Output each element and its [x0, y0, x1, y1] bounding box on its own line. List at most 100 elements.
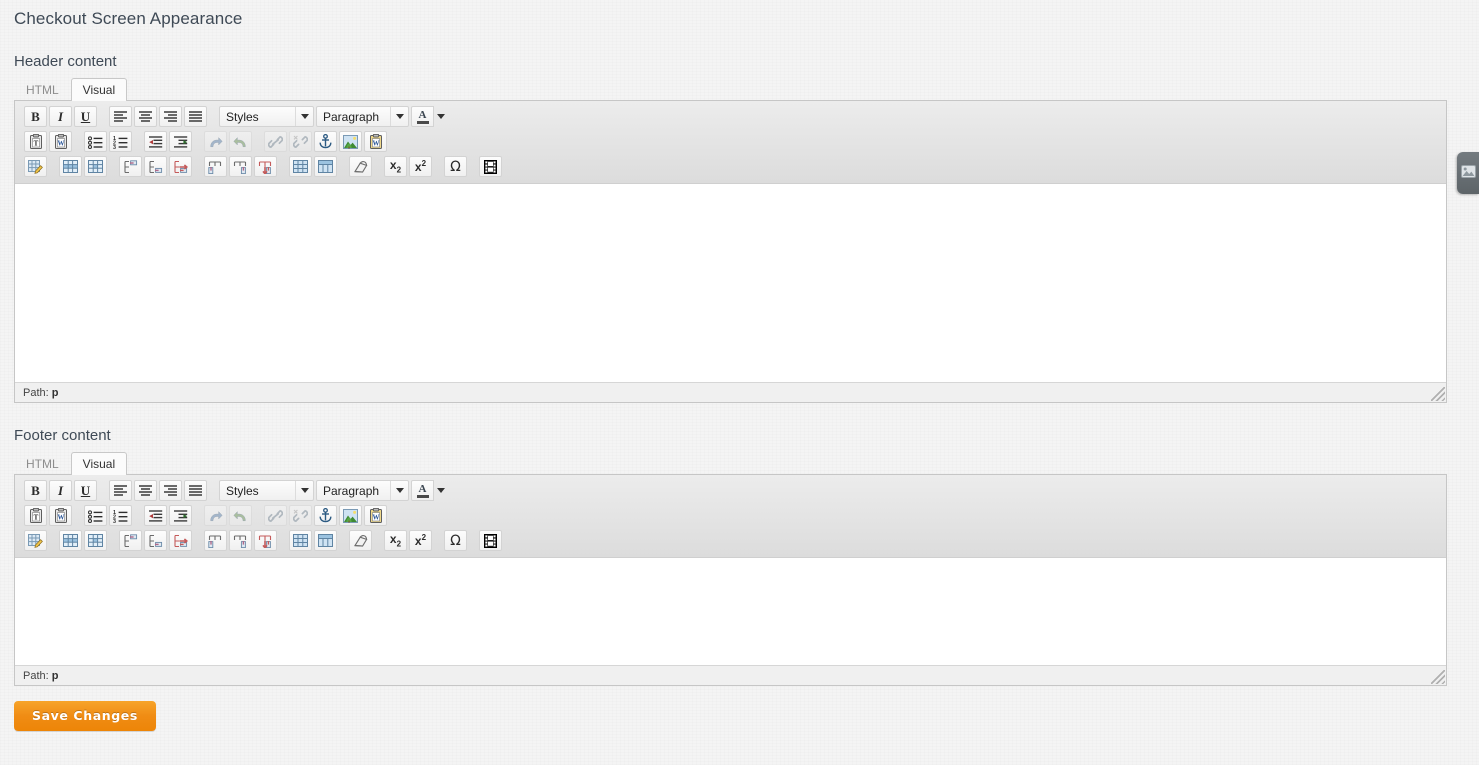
- tab-visual[interactable]: Visual: [70, 452, 128, 475]
- paste-word-icon[interactable]: W: [49, 131, 72, 152]
- path-value[interactable]: p: [52, 670, 59, 682]
- paragraph-select[interactable]: Paragraph: [316, 480, 409, 501]
- align-left-icon[interactable]: [109, 106, 132, 127]
- insert-column-before-icon[interactable]: [204, 156, 227, 177]
- table-properties-icon[interactable]: [24, 156, 47, 177]
- align-left-icon[interactable]: [109, 480, 132, 501]
- outdent-icon[interactable]: [144, 131, 167, 152]
- merge-cells-icon[interactable]: [314, 156, 337, 177]
- outdent-icon[interactable]: [144, 505, 167, 526]
- delete-column-icon[interactable]: [254, 156, 277, 177]
- bold-icon[interactable]: B: [24, 480, 47, 501]
- align-center-icon[interactable]: [134, 480, 157, 501]
- tab-html[interactable]: HTML: [14, 452, 71, 475]
- bold-icon[interactable]: B: [24, 106, 47, 127]
- insert-media-icon[interactable]: [479, 156, 502, 177]
- chevron-down-icon[interactable]: [295, 481, 313, 500]
- editor-content-area[interactable]: [15, 184, 1446, 382]
- insert-column-before-icon[interactable]: [204, 530, 227, 551]
- bullet-list-icon[interactable]: [84, 131, 107, 152]
- editor-resize-handle[interactable]: [1431, 670, 1445, 684]
- editor-field-1: Header content HTML Visual B I U Styles Paragra…: [0, 53, 1479, 403]
- tab-html[interactable]: HTML: [14, 78, 71, 101]
- paste-word-icon[interactable]: W: [49, 505, 72, 526]
- subscript-icon[interactable]: x2: [384, 530, 407, 551]
- row-properties-icon[interactable]: [59, 156, 82, 177]
- bullet-list-icon[interactable]: [84, 505, 107, 526]
- paragraph-select-value: Paragraph: [323, 109, 380, 124]
- italic-icon[interactable]: I: [49, 480, 72, 501]
- table-properties-icon[interactable]: [24, 530, 47, 551]
- underline-icon[interactable]: U: [74, 480, 97, 501]
- insert-column-after-icon[interactable]: [229, 156, 252, 177]
- merge-cells-icon[interactable]: [314, 530, 337, 551]
- split-cells-icon[interactable]: [289, 530, 312, 551]
- special-char-icon[interactable]: Ω: [444, 530, 467, 551]
- paste-text-icon[interactable]: T: [24, 131, 47, 152]
- editor-content-area[interactable]: [15, 558, 1446, 665]
- chevron-down-icon[interactable]: [295, 107, 313, 126]
- delete-row-icon[interactable]: [169, 156, 192, 177]
- special-char-icon[interactable]: Ω: [444, 156, 467, 177]
- anchor-icon[interactable]: [314, 131, 337, 152]
- align-right-icon[interactable]: [159, 106, 182, 127]
- editor-mode-tabs: HTML Visual: [14, 452, 1479, 475]
- subscript-icon[interactable]: x2: [384, 156, 407, 177]
- insert-row-before-icon[interactable]: [119, 530, 142, 551]
- align-center-icon[interactable]: [134, 106, 157, 127]
- svg-text:T: T: [33, 140, 38, 148]
- numbered-list-icon[interactable]: 123: [109, 131, 132, 152]
- align-justify-icon[interactable]: [184, 480, 207, 501]
- remove-format-icon[interactable]: [349, 156, 372, 177]
- align-right-icon[interactable]: [159, 480, 182, 501]
- insert-media-icon[interactable]: [479, 530, 502, 551]
- chevron-down-icon[interactable]: [390, 481, 408, 500]
- paste-template-icon[interactable]: W: [364, 131, 387, 152]
- superscript-icon[interactable]: x2: [409, 156, 432, 177]
- indent-icon[interactable]: [169, 131, 192, 152]
- insert-row-after-icon[interactable]: [144, 156, 167, 177]
- forecolor-swatch-icon[interactable]: A: [411, 106, 434, 127]
- screenshot-widget-tab[interactable]: [1457, 152, 1479, 194]
- remove-format-icon[interactable]: [349, 530, 372, 551]
- path-value[interactable]: p: [52, 387, 59, 399]
- indent-icon[interactable]: [169, 505, 192, 526]
- save-changes-button[interactable]: Save Changes: [14, 701, 156, 731]
- forecolor-picker[interactable]: A: [411, 480, 448, 501]
- chevron-down-icon[interactable]: [434, 480, 448, 501]
- row-properties-icon[interactable]: [59, 530, 82, 551]
- paste-template-icon[interactable]: W: [364, 505, 387, 526]
- forecolor-swatch-icon[interactable]: A: [411, 480, 434, 501]
- paste-text-icon[interactable]: T: [24, 505, 47, 526]
- delete-column-icon[interactable]: [254, 530, 277, 551]
- numbered-list-icon[interactable]: 123: [109, 505, 132, 526]
- svg-text:W: W: [57, 140, 64, 148]
- insert-column-after-icon[interactable]: [229, 530, 252, 551]
- align-justify-icon[interactable]: [184, 106, 207, 127]
- italic-icon[interactable]: I: [49, 106, 72, 127]
- superscript-icon[interactable]: x2: [409, 530, 432, 551]
- tab-visual[interactable]: Visual: [70, 78, 128, 101]
- toolbar-row-3: x2 x2 Ω: [15, 154, 1446, 179]
- link-icon: [264, 505, 287, 526]
- underline-icon[interactable]: U: [74, 106, 97, 127]
- chevron-down-icon[interactable]: [390, 107, 408, 126]
- forecolor-picker[interactable]: A: [411, 106, 448, 127]
- subscript-icon-glyph: x2: [389, 158, 402, 175]
- editor-resize-handle[interactable]: [1431, 387, 1445, 401]
- superscript-icon-glyph: x2: [414, 159, 427, 174]
- chevron-down-icon[interactable]: [434, 106, 448, 127]
- link-icon: [264, 131, 287, 152]
- delete-row-icon[interactable]: [169, 530, 192, 551]
- split-cells-icon[interactable]: [289, 156, 312, 177]
- paragraph-select[interactable]: Paragraph: [316, 106, 409, 127]
- styles-select[interactable]: Styles: [219, 480, 314, 501]
- cell-properties-icon[interactable]: [84, 530, 107, 551]
- styles-select[interactable]: Styles: [219, 106, 314, 127]
- insert-image-icon[interactable]: [339, 505, 362, 526]
- insert-row-before-icon[interactable]: [119, 156, 142, 177]
- insert-row-after-icon[interactable]: [144, 530, 167, 551]
- insert-image-icon[interactable]: [339, 131, 362, 152]
- cell-properties-icon[interactable]: [84, 156, 107, 177]
- anchor-icon[interactable]: [314, 505, 337, 526]
